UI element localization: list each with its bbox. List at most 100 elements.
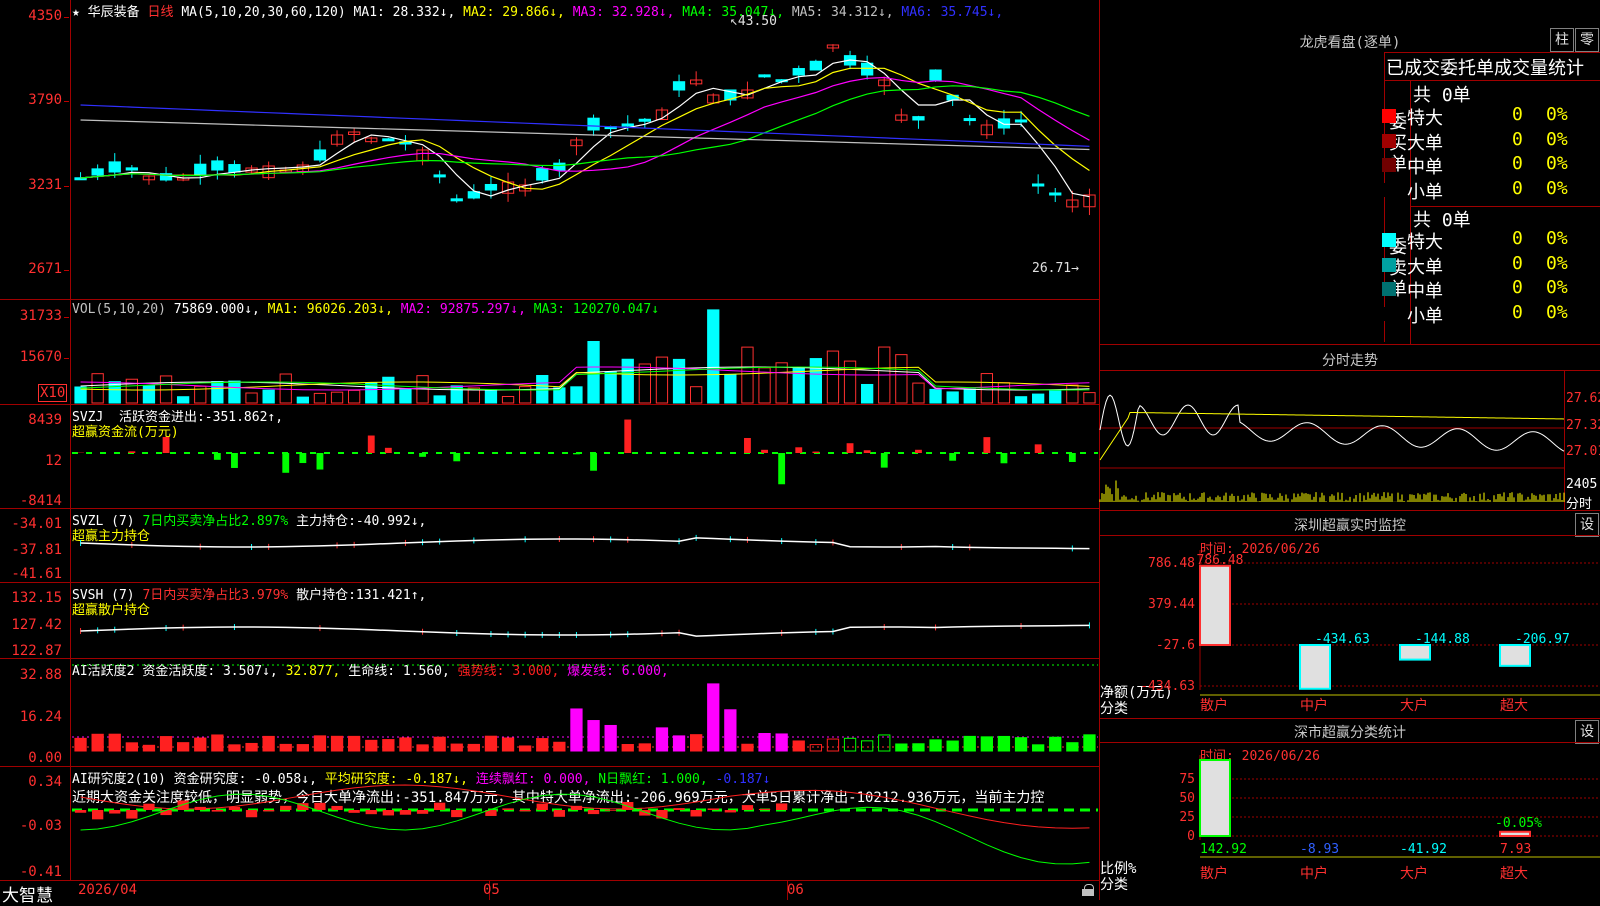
vol-ma-value: MA2: 92875.297↓, bbox=[401, 302, 534, 317]
volume-bar bbox=[708, 310, 719, 403]
activity-bar bbox=[862, 741, 873, 751]
flow-bar bbox=[214, 453, 221, 460]
volume-bar bbox=[1050, 390, 1061, 403]
candlestick-chart[interactable] bbox=[72, 20, 1098, 298]
ma-line bbox=[81, 120, 1090, 150]
activity-bar bbox=[468, 744, 479, 751]
research-bar bbox=[691, 810, 702, 816]
main-chart-area[interactable]: ★ 华辰装备 日线 MA(5,10,20,30,60,120) MA1: 28.… bbox=[0, 0, 1100, 900]
flow-bar bbox=[1035, 444, 1042, 453]
order-type-label: 特大 bbox=[1407, 104, 1443, 130]
svzl-axis-label: -34.01 bbox=[2, 516, 62, 532]
svzl-axis-label: -41.61 bbox=[2, 566, 62, 582]
retail-holding-chart[interactable] bbox=[72, 583, 1098, 658]
zero-view-button[interactable]: 零 bbox=[1575, 28, 1599, 52]
flow-bar bbox=[385, 448, 392, 453]
order-color-swatch bbox=[1382, 109, 1396, 123]
star-icon[interactable]: ★ bbox=[72, 5, 80, 20]
flow-bar bbox=[881, 453, 888, 468]
brand-logo[interactable]: 大智慧 bbox=[2, 881, 53, 906]
research-bar bbox=[742, 805, 753, 810]
flow-bar bbox=[915, 450, 922, 453]
main-holding-line bbox=[81, 538, 1090, 549]
net-amount-value: -206.97 bbox=[1515, 632, 1570, 647]
sz-monitor-chart[interactable]: 786.48379.44-27.6-434.63786.48散户-434.63中… bbox=[1100, 550, 1600, 718]
flow-bar bbox=[317, 453, 324, 470]
period-label[interactable]: 日线 bbox=[148, 5, 174, 20]
activity-bar bbox=[400, 738, 411, 751]
order-type-label: 特大 bbox=[1407, 228, 1443, 254]
svzj-axis-label: -8414 bbox=[2, 493, 62, 509]
candle-body bbox=[998, 119, 1009, 128]
sz-monitor-settings-button[interactable]: 设 bbox=[1575, 513, 1599, 537]
right-panel: 龙虎看盘(逐单) 柱 零 已成交委托单成交量统计 委买单 共 0单 特大00%大… bbox=[1100, 0, 1600, 900]
sz-class-axis-label: 50 bbox=[1179, 791, 1195, 806]
volume-bar bbox=[1067, 385, 1078, 403]
stats-title: 已成交委托单成交量统计 bbox=[1386, 54, 1584, 80]
intraday-axis-label: 27.32 bbox=[1566, 418, 1600, 433]
bar-view-button[interactable]: 柱 bbox=[1550, 28, 1574, 52]
research-bar bbox=[109, 810, 120, 814]
order-color-swatch bbox=[1382, 307, 1396, 321]
volume-bar bbox=[400, 389, 411, 403]
research-bar bbox=[263, 810, 274, 811]
volume-bar bbox=[862, 384, 873, 403]
category-label: 大户 bbox=[1400, 865, 1428, 882]
ai-active-chart[interactable] bbox=[72, 659, 1098, 766]
activity-bar bbox=[246, 743, 257, 751]
retail-holding-line bbox=[81, 625, 1090, 636]
category-label: 大户 bbox=[1400, 697, 1428, 714]
activity-bar bbox=[1050, 737, 1061, 751]
sz-class-chart[interactable]: 7550250142.92散户-8.93中户-41.92大户-0.05%7.93… bbox=[1100, 755, 1600, 900]
volume-bar bbox=[229, 381, 240, 403]
activity-bar bbox=[297, 745, 308, 751]
candle-body bbox=[639, 119, 650, 121]
activity-bar bbox=[109, 734, 120, 751]
net-amount-bar bbox=[1300, 645, 1330, 689]
activity-bar bbox=[622, 745, 633, 751]
volume-bar bbox=[212, 382, 223, 403]
category-label: 超大 bbox=[1500, 866, 1528, 882]
activity-bar bbox=[195, 738, 206, 751]
flow-bar bbox=[163, 437, 170, 453]
flow-bar bbox=[282, 453, 289, 473]
volume-bar bbox=[502, 396, 513, 403]
flow-bar bbox=[761, 450, 768, 453]
sz-class-title: 深市超赢分类统计 bbox=[1100, 722, 1600, 742]
volume-bar bbox=[1015, 397, 1026, 403]
ma-value: MA6: 35.745↓, bbox=[894, 5, 1004, 20]
vol-axis-label: 15670 bbox=[2, 349, 62, 365]
intraday-chart[interactable] bbox=[1100, 370, 1564, 510]
volume-bar bbox=[331, 392, 342, 403]
sz-monitor-axis-label: -434.63 bbox=[1140, 679, 1195, 694]
candle-body bbox=[1033, 184, 1044, 186]
intraday-vol-label: 2405 bbox=[1566, 477, 1597, 492]
svzl-axis-label: -37.81 bbox=[2, 542, 62, 558]
volume-bar bbox=[263, 390, 274, 403]
ratio-value: 142.92 bbox=[1200, 842, 1247, 857]
volume-chart[interactable] bbox=[72, 316, 1098, 403]
volume-bar bbox=[571, 387, 582, 403]
date-month-6: 06 bbox=[787, 882, 804, 898]
candle-body bbox=[1050, 193, 1061, 195]
sz-class-settings-button[interactable]: 设 bbox=[1575, 720, 1599, 744]
activity-bar bbox=[964, 736, 975, 751]
activity-bar bbox=[314, 736, 325, 751]
volume-bar bbox=[434, 396, 445, 403]
order-color-swatch bbox=[1382, 282, 1396, 296]
activity-bar bbox=[554, 742, 565, 751]
order-qty: 0 bbox=[1512, 228, 1523, 249]
vol-ma-value: MA3: 120270.047↓ bbox=[534, 302, 659, 317]
capital-flow-chart[interactable] bbox=[72, 405, 1098, 508]
activity-bar bbox=[451, 744, 462, 751]
ai-active-axis-label: 32.88 bbox=[2, 667, 62, 683]
research-bar bbox=[537, 804, 548, 810]
candle-body bbox=[195, 164, 206, 175]
activity-bar bbox=[827, 739, 838, 751]
price-header: ★ 华辰装备 日线 MA(5,10,20,30,60,120) MA1: 28.… bbox=[72, 1, 1003, 20]
ratio-bar bbox=[1200, 760, 1230, 836]
candle-body bbox=[810, 61, 821, 70]
vol-unit-badge[interactable]: X10 bbox=[38, 384, 67, 402]
main-holding-chart[interactable] bbox=[72, 509, 1098, 582]
ai-research-chart[interactable] bbox=[72, 767, 1098, 880]
